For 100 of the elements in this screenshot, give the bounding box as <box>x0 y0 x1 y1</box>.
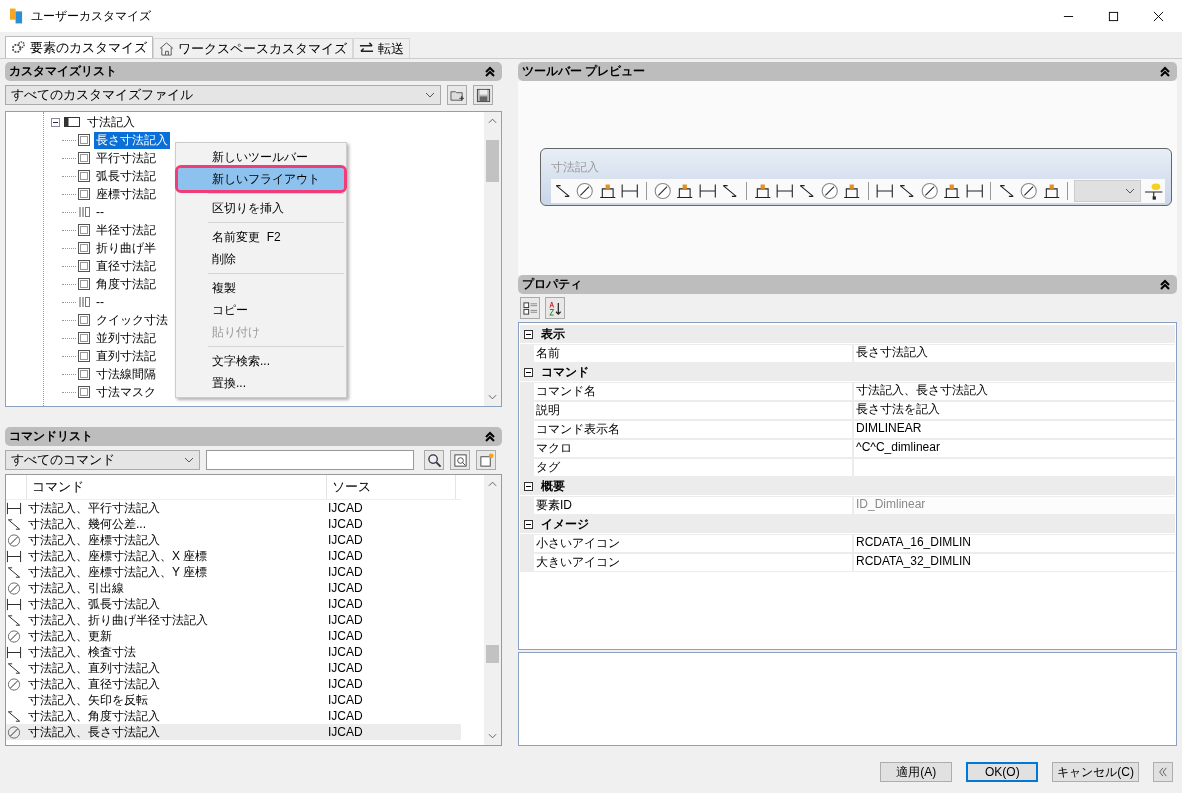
dropdown-caret-icon[interactable] <box>184 457 194 463</box>
menu-item[interactable]: コピー <box>178 299 344 321</box>
collapse-toggle[interactable] <box>524 481 533 491</box>
separator-icon <box>78 206 90 218</box>
table-row[interactable]: 寸法記入、折り曲げ半径寸法記入 IJCAD <box>6 612 461 628</box>
column-header[interactable]: コマンド <box>26 475 326 499</box>
tree-item[interactable]: 平行寸法記 <box>94 149 158 167</box>
menu-item[interactable]: 新しいツールバー <box>178 146 344 168</box>
menu-item[interactable]: 区切りを挿入 <box>178 197 344 219</box>
table-row[interactable]: 寸法記入、検査寸法 IJCAD <box>6 644 461 660</box>
table-row[interactable]: 寸法記入、座標寸法記入 IJCAD <box>6 532 461 548</box>
search-field[interactable] <box>206 450 414 470</box>
file-dropdown[interactable]: すべてのカスタマイズファイル <box>5 85 441 105</box>
dropdown-caret-icon[interactable] <box>1124 188 1135 194</box>
table-row[interactable]: 寸法記入、長さ寸法記入 IJCAD <box>6 724 461 740</box>
scrollbar[interactable] <box>484 112 501 406</box>
scroll-down-icon[interactable] <box>488 733 497 739</box>
table-row[interactable]: 寸法記入、座標寸法記入、X 座標 IJCAD <box>6 548 461 564</box>
command-icon <box>78 350 90 362</box>
command-filter-dropdown[interactable]: すべてのコマンド <box>5 450 200 470</box>
tree-item[interactable]: 折り曲げ半 <box>94 239 158 257</box>
scroll-down-icon[interactable] <box>488 394 497 400</box>
tree-item[interactable]: -- <box>94 295 106 309</box>
table-row[interactable]: 寸法記入、直列寸法記入 IJCAD <box>6 660 461 676</box>
tree-item[interactable]: -- <box>94 205 106 219</box>
menu-item[interactable]: 名前変更 F2 <box>178 226 344 248</box>
scroll-up-icon[interactable] <box>488 118 497 124</box>
collapse-icon[interactable] <box>484 65 496 78</box>
dimension-style-icon[interactable] <box>1143 181 1164 201</box>
property-value[interactable]: 寸法記入、長さ寸法記入 <box>854 383 1175 400</box>
tab[interactable]: 転送 <box>353 38 410 58</box>
scrollbar[interactable] <box>484 475 501 745</box>
property-value[interactable]: RCDATA_32_DIMLIN <box>854 554 1175 571</box>
dialog-button[interactable]: キャンセル(C) <box>1052 762 1139 782</box>
table-row[interactable]: 寸法記入、角度寸法記入 IJCAD <box>6 708 461 724</box>
scroll-thumb[interactable] <box>486 645 499 663</box>
open-folder-icon[interactable] <box>447 85 467 105</box>
property-value[interactable]: 長さ寸法記入 <box>854 345 1175 362</box>
maximize-icon[interactable] <box>1108 10 1119 22</box>
collapse-panel-icon[interactable] <box>1153 762 1173 782</box>
collapse-toggle[interactable] <box>51 117 60 127</box>
property-value[interactable]: RCDATA_16_DIMLIN <box>854 535 1175 552</box>
close-icon[interactable] <box>1153 10 1164 22</box>
command-icon <box>78 242 90 254</box>
collapse-icon[interactable] <box>1159 278 1171 291</box>
table-cell-text: 寸法記入、角度寸法記入 <box>28 707 161 725</box>
panel-title: コマンドリスト <box>9 428 93 445</box>
categorized-icon[interactable] <box>520 297 540 319</box>
tree-item[interactable]: 長さ寸法記入 <box>94 131 170 149</box>
menu-item[interactable]: 置換... <box>178 372 344 394</box>
dialog-button[interactable]: 適用(A) <box>880 762 953 782</box>
category-label: 概要 <box>541 477 565 495</box>
menu-item[interactable]: 新しいフライアウト <box>178 168 344 190</box>
save-icon[interactable] <box>473 85 493 105</box>
tab[interactable]: ワークスペースカスタマイズ <box>153 38 353 58</box>
property-value[interactable]: ID_Dimlinear <box>854 497 1175 514</box>
menu-item[interactable]: 削除 <box>178 248 344 270</box>
find-icon[interactable] <box>450 450 470 470</box>
tree-item[interactable]: 寸法線間隔 <box>94 365 158 383</box>
tree-item[interactable]: 直径寸法記 <box>94 257 158 275</box>
scroll-up-icon[interactable] <box>488 481 497 487</box>
table-row[interactable]: 寸法記入、直径寸法記入 IJCAD <box>6 676 461 692</box>
tree-item[interactable]: 直列寸法記 <box>94 347 158 365</box>
table-row[interactable]: 寸法記入、座標寸法記入、Y 座標 IJCAD <box>6 564 461 580</box>
table-row[interactable]: 寸法記入、引出線 IJCAD <box>6 580 461 596</box>
collapse-toggle[interactable] <box>524 329 533 339</box>
menu-item[interactable]: 複製 <box>178 277 344 299</box>
tree-item[interactable]: 座標寸法記 <box>94 185 158 203</box>
collapse-toggle[interactable] <box>524 519 533 529</box>
column-header[interactable]: ソース <box>326 475 456 499</box>
dialog-button[interactable]: OK(O) <box>966 762 1039 782</box>
app-icon <box>10 8 23 24</box>
tree-item[interactable]: 寸法記入 <box>85 113 137 131</box>
tree-item[interactable]: 寸法マスク <box>94 383 158 401</box>
scroll-thumb[interactable] <box>486 140 499 182</box>
command-icon <box>78 188 90 200</box>
table-row[interactable]: 寸法記入、弧長寸法記入 IJCAD <box>6 596 461 612</box>
tree-item[interactable]: クイック寸法 <box>94 311 170 329</box>
dropdown-caret-icon[interactable] <box>425 92 435 98</box>
tree-item[interactable]: 並列寸法記 <box>94 329 158 347</box>
menu-item[interactable]: 文字検索... <box>178 350 344 372</box>
collapse-icon[interactable] <box>1159 65 1171 78</box>
tree-item[interactable]: 角度寸法記 <box>94 275 158 293</box>
new-command-icon[interactable] <box>476 450 496 470</box>
collapse-toggle[interactable] <box>524 367 533 377</box>
sort-icon[interactable] <box>545 297 565 319</box>
tab[interactable]: 要素のカスタマイズ <box>5 36 153 58</box>
property-name: 小さいアイコン <box>534 535 852 552</box>
property-value[interactable]: ^C^C_dimlinear <box>854 440 1175 457</box>
tree-item[interactable]: 半径寸法記 <box>94 221 158 239</box>
table-row[interactable]: 寸法記入、更新 IJCAD <box>6 628 461 644</box>
property-value[interactable]: DIMLINEAR <box>854 421 1175 438</box>
collapse-icon[interactable] <box>484 430 496 443</box>
table-cell: IJCAD <box>328 693 363 707</box>
table-row[interactable]: 寸法記入、幾何公差... IJCAD <box>6 516 461 532</box>
table-row[interactable]: 寸法記入、矢印を反転 IJCAD <box>6 692 461 708</box>
tree-item[interactable]: 弧長寸法記 <box>94 167 158 185</box>
table-row[interactable]: 寸法記入、平行寸法記入 IJCAD <box>6 500 461 516</box>
search-icon[interactable] <box>424 450 444 470</box>
property-value[interactable]: 長さ寸法を記入 <box>854 402 1175 419</box>
